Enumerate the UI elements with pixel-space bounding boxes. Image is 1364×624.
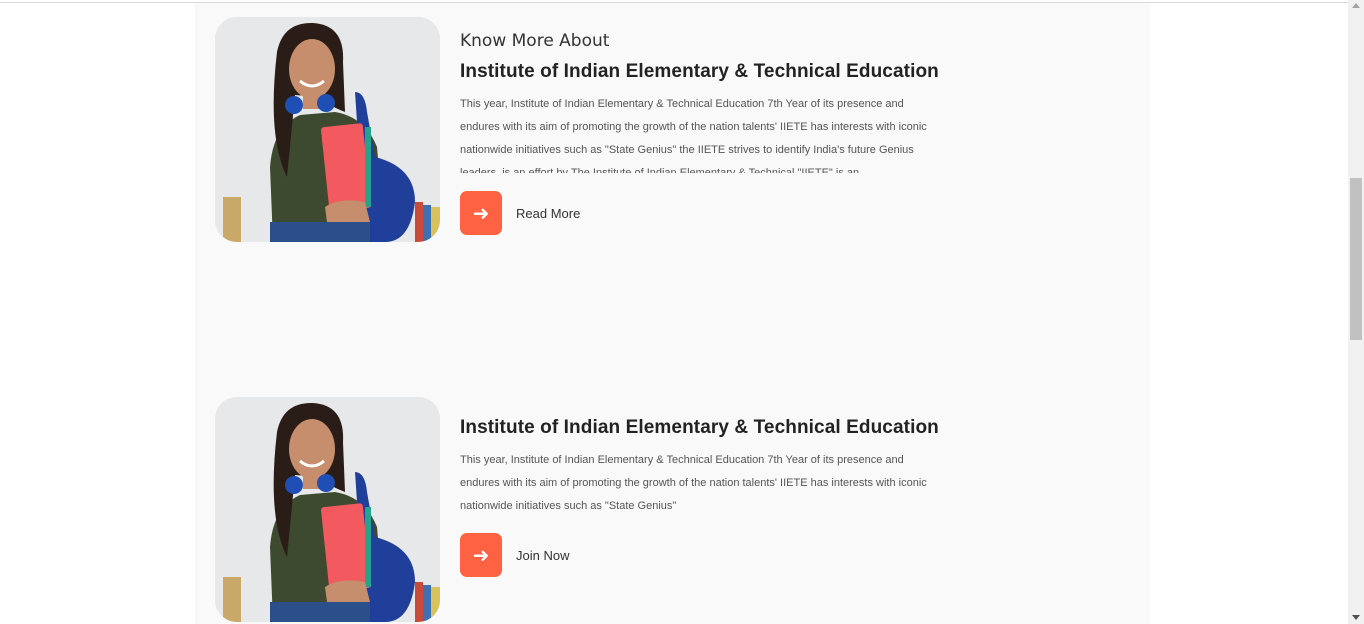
card-description: This year, Institute of Indian Elementar… xyxy=(460,454,927,512)
read-more-link[interactable]: Read More xyxy=(516,206,580,221)
read-more-button[interactable]: ➜ xyxy=(460,191,502,235)
join-now-link[interactable]: Join Now xyxy=(516,548,569,563)
join-now-cta[interactable]: ➜ Join Now xyxy=(460,533,569,577)
content-panel: Know More About Institute of Indian Elem… xyxy=(195,3,1150,624)
arrow-right-icon: ➜ xyxy=(472,543,490,567)
scrollbar-thumb[interactable] xyxy=(1350,178,1362,340)
scroll-down-arrow-icon[interactable] xyxy=(1352,615,1360,620)
join-card: Institute of Indian Elementary & Technic… xyxy=(215,397,955,624)
card-title: Institute of Indian Elementary & Technic… xyxy=(460,417,939,438)
student-photo xyxy=(215,397,440,622)
arrow-right-icon: ➜ xyxy=(472,201,490,225)
about-card: Know More About Institute of Indian Elem… xyxy=(215,17,955,243)
scroll-up-arrow-icon[interactable] xyxy=(1352,3,1360,8)
join-now-button[interactable]: ➜ xyxy=(460,533,502,577)
vertical-scrollbar[interactable] xyxy=(1348,0,1364,624)
read-more-cta[interactable]: ➜ Read More xyxy=(460,191,580,235)
card-title: Institute of Indian Elementary & Technic… xyxy=(460,61,939,82)
student-photo xyxy=(215,17,440,242)
eyebrow-text: Know More About xyxy=(460,31,610,51)
card-description: This year, Institute of Indian Elementar… xyxy=(460,98,927,173)
